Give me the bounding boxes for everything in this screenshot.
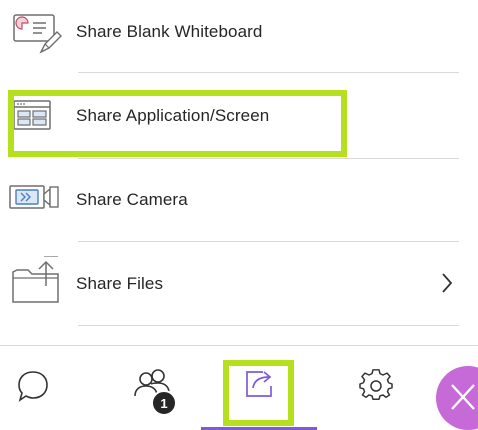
people-icon: 1 bbox=[131, 366, 177, 416]
menu-divider bbox=[78, 158, 459, 159]
share-files-label: Share Files bbox=[76, 274, 164, 293]
chat-tab[interactable] bbox=[0, 346, 66, 430]
share-files-item[interactable]: Share Files bbox=[0, 244, 478, 324]
bottom-toolbar: 1 bbox=[0, 345, 478, 430]
highlight-box bbox=[8, 90, 347, 157]
whiteboard-icon bbox=[8, 8, 64, 56]
highlight-box bbox=[223, 360, 294, 426]
share-blank-whiteboard-item[interactable]: Share Blank Whiteboard bbox=[0, 0, 478, 80]
folder-upload-icon bbox=[8, 256, 64, 304]
attendees-tab[interactable]: 1 bbox=[108, 346, 198, 430]
close-icon bbox=[448, 380, 478, 419]
share-blank-whiteboard-label: Share Blank Whiteboard bbox=[76, 22, 263, 41]
gear-icon bbox=[358, 368, 394, 409]
menu-divider bbox=[78, 72, 459, 73]
chat-bubble-icon bbox=[15, 368, 51, 409]
share-content-menu: Share Blank Whiteboard Share Application… bbox=[0, 0, 478, 345]
share-camera-item[interactable]: Share Camera bbox=[0, 160, 478, 240]
settings-tab[interactable] bbox=[336, 346, 416, 430]
camera-icon bbox=[8, 176, 64, 224]
attendee-count-badge: 1 bbox=[151, 390, 177, 416]
share-camera-label: Share Camera bbox=[76, 190, 188, 209]
close-button[interactable] bbox=[436, 366, 478, 430]
menu-divider bbox=[78, 325, 459, 326]
chevron-right-icon bbox=[440, 272, 454, 294]
menu-divider bbox=[78, 241, 459, 242]
